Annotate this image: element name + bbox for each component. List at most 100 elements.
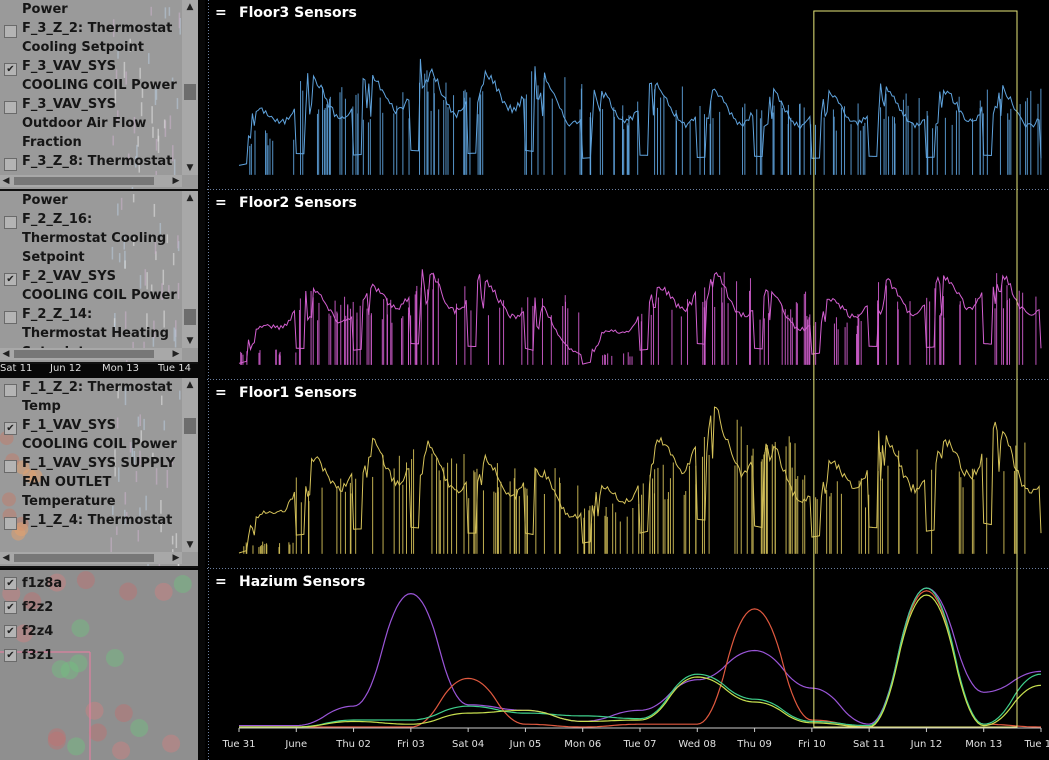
x-tick-label: June — [284, 739, 307, 750]
variable-label: F_1_VAV_SYS SUPPLY FAN OUTLET Temperatur… — [22, 456, 176, 509]
variable-item[interactable]: F_3_Z_8: Thermostat — [0, 152, 180, 171]
checkbox-icon[interactable] — [4, 101, 17, 114]
variable-item[interactable]: F_1_VAV_SYS SUPPLY FAN OUTLET Temperatur… — [0, 454, 180, 511]
arrow-up-icon[interactable]: ▲ — [182, 191, 198, 205]
variable-label: F_2_Z_16: Thermostat Cooling Setpoint — [22, 212, 167, 265]
legend-item[interactable]: ✔ f2z2 — [2, 598, 53, 617]
chart-title: Hazium Sensors — [239, 574, 365, 590]
checkbox-icon[interactable]: ✔ — [4, 273, 17, 286]
variable-item[interactable]: F_1_Z_4: Thermostat — [0, 511, 180, 530]
series-line-f3z1 — [239, 594, 1042, 728]
chart-panel[interactable]: = Hazium Sensors Tue 31 June Thu 02 Fri 03 Sat… — [215, 574, 1049, 750]
checkbox-icon[interactable]: ✔ — [4, 625, 17, 638]
legend-label: f2z2 — [22, 600, 54, 615]
chart-panel[interactable]: = Floor2 Sensors — [215, 195, 1042, 365]
hazium-legend: ✔ f1z8a ✔ f2z2 ✔ f2z4 ✔ f3z1 — [0, 570, 198, 760]
chart-panel[interactable]: = Floor3 Sensors — [215, 5, 1042, 175]
floor1-variable-list[interactable]: F_1_Z_2: Thermostat Temp ✔ F_1_VAV_SYS COO… — [0, 378, 198, 568]
checkbox-icon[interactable]: ✔ — [4, 577, 17, 590]
chart-panel[interactable]: = Floor1 Sensors — [215, 385, 1042, 554]
variable-label: Power — [22, 193, 68, 208]
arrow-right-icon[interactable]: ▶ — [170, 175, 182, 187]
mini-axis-tick-label: Jun 12 — [50, 363, 82, 374]
checkbox-icon[interactable] — [4, 25, 17, 38]
menu-icon[interactable]: = — [215, 385, 227, 401]
variable-item[interactable]: ✔ F_1_VAV_SYS COOLING COIL Power — [0, 416, 180, 454]
x-tick-label: Sat 11 — [853, 739, 885, 750]
menu-icon[interactable]: = — [215, 195, 227, 211]
arrow-down-icon[interactable]: ▼ — [182, 538, 198, 552]
vertical-scrollbar[interactable]: ▲ ▼ — [182, 191, 198, 348]
x-tick-label: Fri 10 — [798, 739, 826, 750]
x-tick-label: Thu 09 — [736, 739, 772, 750]
series-line-f1z8a — [239, 587, 1042, 727]
checkbox-icon[interactable]: ✔ — [4, 63, 17, 76]
chart-title: Floor2 Sensors — [239, 195, 357, 211]
x-tick-label: Jun 12 — [910, 739, 943, 750]
checkbox-icon[interactable]: ✔ — [4, 601, 17, 614]
legend-item[interactable]: ✔ f3z1 — [2, 646, 53, 665]
floor2-variable-list[interactable]: Power F_2_Z_16: Thermostat Cooling Setpoi… — [0, 191, 198, 364]
scroll-thumb[interactable] — [184, 418, 196, 434]
checkbox-icon[interactable] — [4, 311, 17, 324]
vertical-scrollbar[interactable]: ▲ ▼ — [182, 378, 198, 552]
charts-area: = Floor3 Sensors = Floor2 Sensors = Floor1 Se… — [207, 0, 1049, 760]
variable-item[interactable]: ✔ F_2_VAV_SYS COOLING COIL Power — [0, 267, 180, 305]
legend-label: f1z8a — [22, 576, 63, 591]
scroll-thumb[interactable] — [14, 350, 154, 358]
checkbox-icon[interactable] — [4, 460, 17, 473]
variable-label: Power — [22, 2, 68, 17]
checkbox-icon[interactable] — [4, 517, 17, 530]
variable-items: Power F_2_Z_16: Thermostat Cooling Setpoi… — [0, 191, 180, 362]
checkbox-icon[interactable] — [4, 384, 17, 397]
legend-label: f3z1 — [22, 648, 54, 663]
variable-item[interactable]: F_3_VAV_SYS Outdoor Air Flow Fraction — [0, 95, 180, 152]
horizontal-scrollbar[interactable]: ◀ ▶ — [0, 175, 182, 187]
variable-item[interactable]: F_2_Z_16: Thermostat Cooling Setpoint — [0, 210, 180, 267]
variable-item[interactable]: ✔ F_3_VAV_SYS COOLING COIL Power — [0, 57, 180, 95]
arrow-down-icon[interactable]: ▼ — [182, 334, 198, 348]
variable-item[interactable]: Power — [0, 191, 180, 210]
variable-item[interactable]: F_1_Z_2: Thermostat Temp — [0, 378, 180, 416]
variable-item[interactable]: Power — [0, 0, 180, 19]
mini-axis-tick-label: Tue 14 — [158, 363, 191, 374]
x-tick-label: Wed 08 — [678, 739, 716, 750]
series-spikes — [243, 419, 1026, 554]
variable-label: F_2_VAV_SYS COOLING COIL Power — [22, 269, 177, 303]
mini-axis-tick-label: Sat 11 — [0, 363, 33, 374]
scroll-thumb[interactable] — [184, 84, 196, 100]
arrow-left-icon[interactable]: ◀ — [0, 175, 12, 187]
arrow-right-icon[interactable]: ▶ — [170, 552, 182, 564]
scroll-thumb[interactable] — [184, 309, 196, 325]
legend-item[interactable]: ✔ f1z8a — [2, 574, 62, 593]
scroll-thumb[interactable] — [14, 177, 154, 185]
arrow-left-icon[interactable]: ◀ — [0, 348, 12, 360]
checkbox-icon[interactable]: ✔ — [4, 422, 17, 435]
variable-item[interactable]: F_3_Z_2: Thermostat Cooling Setpoint — [0, 19, 180, 57]
arrow-down-icon[interactable]: ▼ — [182, 161, 198, 175]
menu-icon[interactable]: = — [215, 5, 227, 21]
time-series-charts[interactable]: = Floor3 Sensors = Floor2 Sensors = Floor1 Se… — [207, 0, 1049, 760]
scroll-thumb[interactable] — [14, 554, 154, 562]
checkbox-icon[interactable] — [4, 216, 17, 229]
arrow-right-icon[interactable]: ▶ — [170, 348, 182, 360]
x-tick-label: Tue 14 — [1024, 739, 1049, 750]
floor3-variable-list[interactable]: Power F_3_Z_2: Thermostat Cooling Setpoin… — [0, 0, 198, 191]
x-tick-label: Tue 31 — [222, 739, 256, 750]
arrow-up-icon[interactable]: ▲ — [182, 378, 198, 392]
series-line-f2z2 — [239, 590, 1041, 728]
series-line — [238, 269, 1042, 365]
vertical-scrollbar[interactable]: ▲ ▼ — [182, 0, 198, 175]
menu-icon[interactable]: = — [215, 574, 227, 590]
horizontal-scrollbar[interactable]: ◀ ▶ — [0, 552, 182, 564]
horizontal-scrollbar[interactable]: ◀ ▶ — [0, 348, 182, 360]
arrow-up-icon[interactable]: ▲ — [182, 0, 198, 14]
legend-item[interactable]: ✔ f2z4 — [2, 622, 53, 641]
variable-label: F_1_Z_4: Thermostat — [22, 513, 173, 528]
arrow-left-icon[interactable]: ◀ — [0, 552, 12, 564]
series-line — [238, 58, 1042, 166]
checkbox-icon[interactable]: ✔ — [4, 649, 17, 662]
x-tick-label: Mon 13 — [965, 739, 1002, 750]
mini-time-axis: Sat 11 Jun 12 Mon 13 Tue 14 — [0, 362, 198, 376]
checkbox-icon[interactable] — [4, 158, 17, 171]
